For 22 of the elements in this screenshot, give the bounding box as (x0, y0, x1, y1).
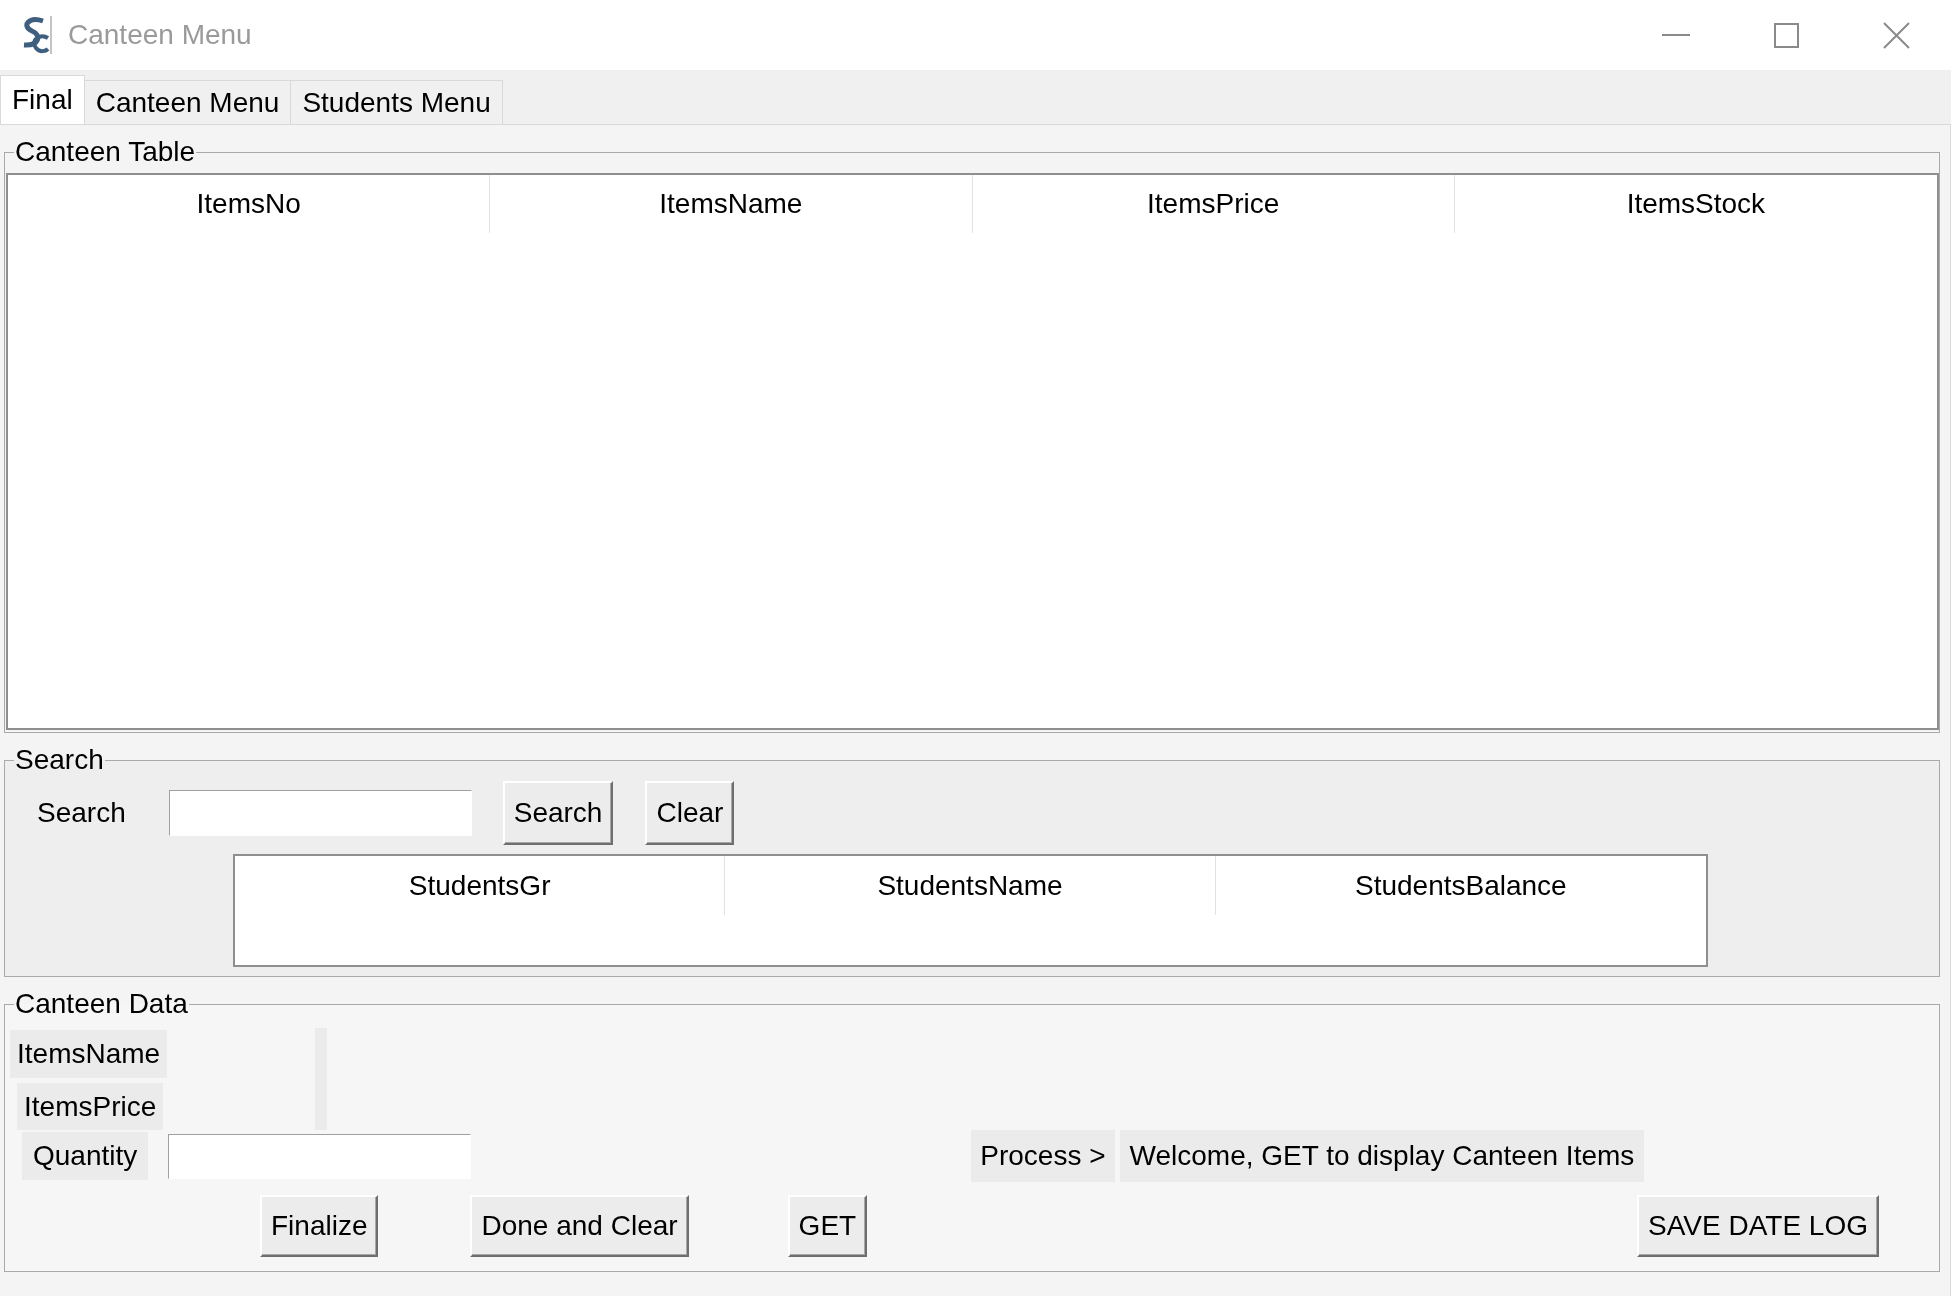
clear-button[interactable]: Clear (645, 781, 735, 845)
quantity-field[interactable] (168, 1133, 472, 1179)
tab[interactable]: Final (0, 75, 85, 124)
group-title: Search (14, 744, 105, 776)
tab[interactable]: Students Menu (290, 80, 503, 124)
done-and-clear-button[interactable]: Done and Clear (470, 1195, 689, 1257)
process-label: Process > (971, 1130, 1115, 1182)
window-title: Canteen Menu (68, 19, 252, 51)
search-field[interactable] (168, 790, 472, 836)
search-button[interactable]: Search (502, 781, 614, 845)
close-icon[interactable] (1882, 21, 1910, 49)
search-label: Search (37, 797, 126, 829)
group-title: Canteen Data (14, 988, 189, 1020)
finalize-button[interactable]: Finalize (260, 1195, 379, 1257)
status-message: Welcome, GET to display Canteen Items (1119, 1130, 1645, 1182)
get-button[interactable]: GET (787, 1195, 868, 1257)
item-label: ItemsName (10, 1030, 168, 1078)
group-title: Canteen Table (14, 136, 197, 168)
quantity-label: Quantity (22, 1132, 149, 1180)
item-label: ItemsPrice (17, 1083, 164, 1130)
save-log-button[interactable]: SAVE DATE LOG (1637, 1195, 1879, 1257)
maximize-icon[interactable] (1773, 22, 1799, 48)
